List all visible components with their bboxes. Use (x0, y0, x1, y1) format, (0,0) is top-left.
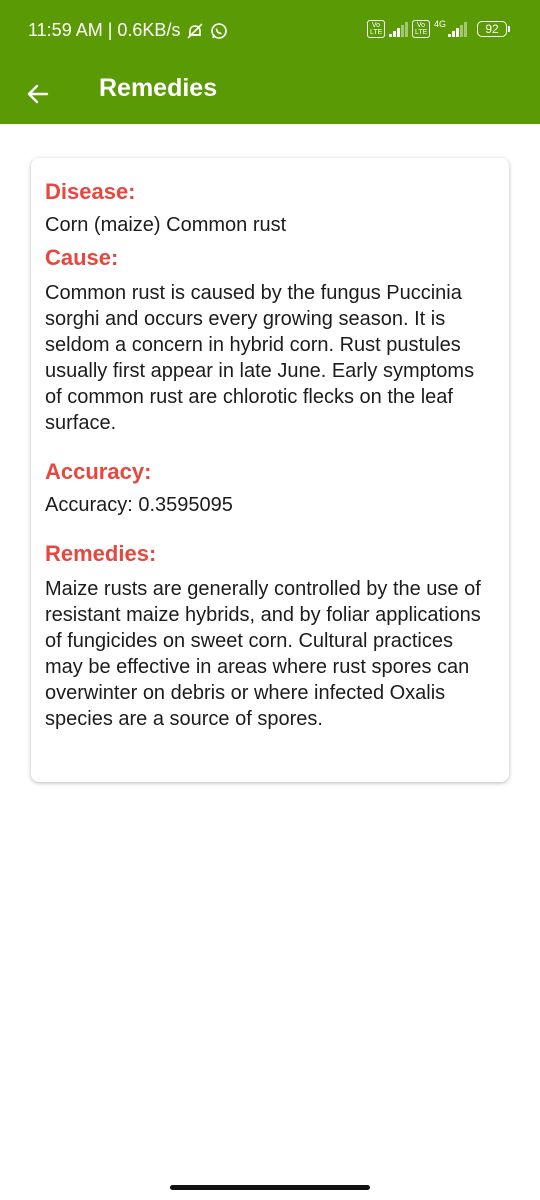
status-net-speed: 0.6KB/s (117, 20, 181, 40)
network-type: 4G (433, 19, 446, 29)
remedies-value: Maize rusts are generally controlled by … (45, 578, 481, 730)
app-bar: Remedies (0, 62, 540, 124)
volte-badge: Vo LTE (411, 20, 430, 38)
page-title: Remedies (99, 74, 218, 102)
cause-label: Cause: (45, 245, 119, 270)
signal-icon (388, 21, 408, 37)
status-time: 11:59 AM (28, 20, 103, 40)
whatsapp-icon (210, 22, 228, 40)
disease-label: Disease: (45, 179, 136, 204)
mute-bell-icon (186, 22, 204, 40)
home-indicator[interactable] (170, 1185, 370, 1190)
status-bar: 11:59 AM | 0.6KB/s Vo LTE Vo LTE 4G 92 (0, 0, 540, 62)
status-right: Vo LTE Vo LTE 4G 92 (366, 19, 510, 38)
accuracy-value: Accuracy: 0.3595095 (45, 494, 233, 516)
result-card: Disease: Corn (maize) Common rust Cause:… (31, 158, 509, 782)
cause-value: Common rust is caused by the fungus Pucc… (45, 282, 475, 434)
disease-value: Corn (maize) Common rust (45, 214, 287, 236)
volte-badge: Vo LTE (366, 20, 385, 38)
status-separator: | (102, 20, 118, 40)
arrow-back-icon (27, 84, 49, 104)
battery-level: 92 (477, 21, 507, 37)
signal-icon (448, 21, 467, 37)
remedies-label: Remedies: (45, 541, 157, 566)
back-button[interactable] (18, 74, 58, 114)
battery-icon: 92 (477, 21, 510, 37)
status-left: 11:59 AM | 0.6KB/s (28, 20, 228, 41)
accuracy-label: Accuracy: (45, 459, 152, 484)
